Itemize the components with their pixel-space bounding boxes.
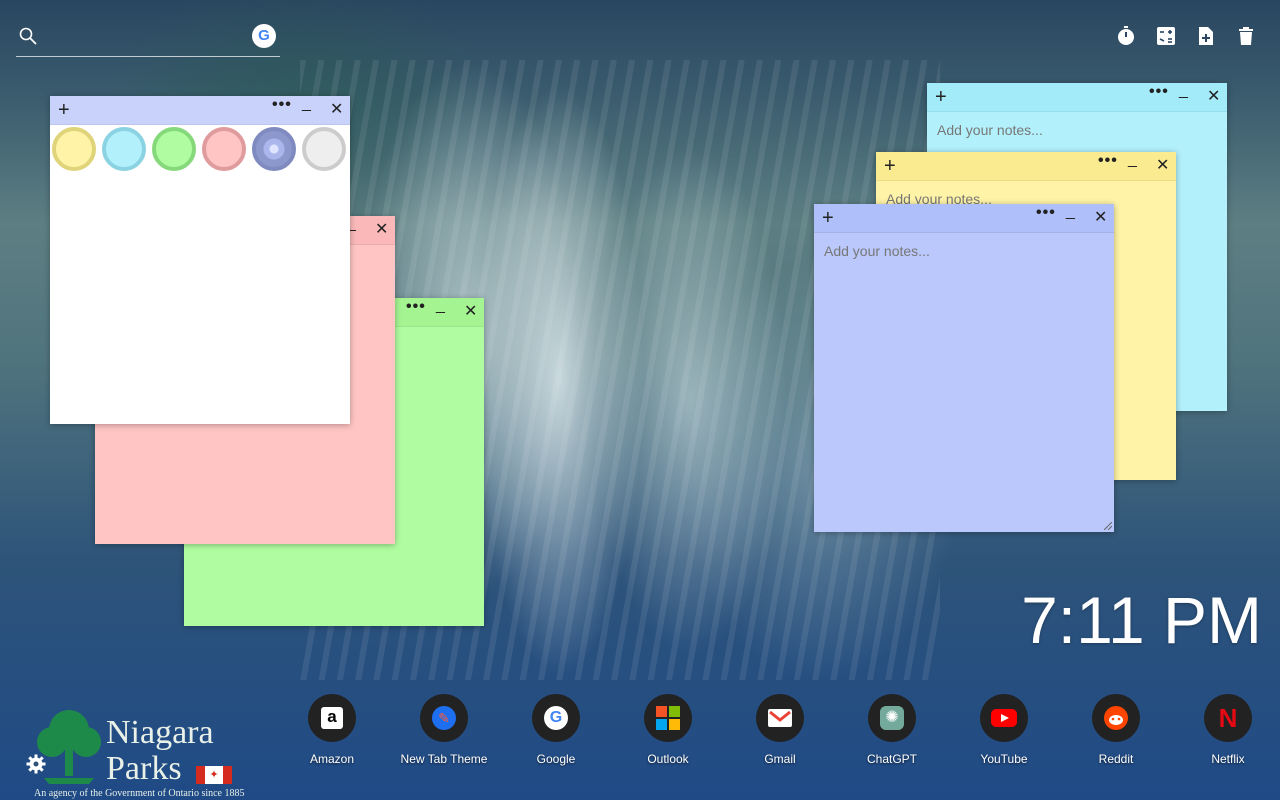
more-options-icon[interactable]: ••• [406,298,426,316]
search-icon [19,27,37,45]
reddit-icon [1092,694,1140,742]
color-swatch-light-gray[interactable] [302,127,346,171]
minimize-icon[interactable]: _ [1179,82,1188,100]
minimize-icon[interactable]: _ [302,95,311,113]
more-options-icon[interactable]: ••• [1098,152,1118,170]
more-options-icon[interactable]: ••• [272,96,292,114]
shortcut-reddit[interactable]: Reddit [1060,694,1172,766]
new-tab-theme-icon: ✎ [420,694,468,742]
clock: 7:11 PM [1021,583,1262,657]
add-note-icon[interactable]: + [822,206,834,230]
logo-tagline: An agency of the Government of Ontario s… [34,788,245,799]
close-icon[interactable]: ✕ [1094,207,1107,227]
sticky-note-lavender[interactable]: + ••• _ ✕ Add your notes... [814,203,1114,532]
shortcut-label: YouTube [980,752,1028,766]
new-note-icon[interactable] [1196,26,1216,46]
note-header: + ••• _ ✕ [50,95,350,125]
sticky-note-white[interactable]: + ••• _ ✕ [50,95,350,424]
amazon-icon: a [308,694,356,742]
shortcut-netflix[interactable]: N Netflix [1172,694,1280,766]
note-text-area[interactable]: Add your notes... [814,233,1114,269]
niagara-parks-logo: Niagara Parks ✦ An agency of the Governm… [34,706,274,800]
color-picker [50,125,350,176]
shortcut-label: New Tab Theme [400,752,488,766]
timer-icon[interactable] [1116,26,1136,46]
close-icon[interactable]: ✕ [330,99,343,119]
search-bar[interactable]: G [16,24,280,57]
google-icon: G [532,694,580,742]
close-icon[interactable]: ✕ [464,301,477,321]
shortcut-label: Google [536,752,576,766]
add-note-icon[interactable]: + [884,154,896,178]
shortcut-new-tab-theme[interactable]: ✎ New Tab Theme [388,694,500,766]
color-swatch-yellow[interactable] [52,127,96,171]
outlook-icon [644,694,692,742]
search-input[interactable] [44,24,248,50]
close-icon[interactable]: ✕ [1156,155,1169,175]
shortcut-label: Outlook [647,752,689,766]
add-note-icon[interactable]: + [935,85,947,109]
color-swatch-pink[interactable] [202,127,246,171]
minimize-icon[interactable]: _ [1128,151,1137,169]
note-header: + ••• _ ✕ [927,82,1227,112]
shortcut-label: Reddit [1098,752,1134,766]
shortcut-gmail[interactable]: Gmail [724,694,836,766]
more-options-icon[interactable]: ••• [1149,83,1169,101]
trash-icon[interactable] [1236,26,1256,46]
calculator-icon[interactable] [1156,26,1176,46]
logo-line2: Parks [106,750,182,787]
note-header: + ••• _ ✕ [814,203,1114,233]
color-swatch-lavender[interactable] [252,127,296,171]
shortcut-label: Gmail [764,752,796,766]
color-swatch-light-blue[interactable] [102,127,146,171]
note-header: + ••• _ ✕ [876,151,1176,181]
youtube-icon [980,694,1028,742]
gmail-icon [756,694,804,742]
netflix-icon: N [1204,694,1252,742]
shortcut-label: Amazon [309,752,355,766]
shortcut-label: ChatGPT [866,752,917,766]
close-icon[interactable]: ✕ [375,219,388,239]
resize-handle-icon[interactable] [1104,522,1112,530]
tree-logo-icon [37,710,101,784]
add-note-icon[interactable]: + [58,98,70,122]
canada-flag-icon: ✦ [196,766,232,784]
logo-line1: Niagara [106,714,214,751]
shortcut-google[interactable]: G Google [500,694,612,766]
shortcut-youtube[interactable]: YouTube [948,694,1060,766]
more-options-icon[interactable]: ••• [1036,204,1056,222]
shortcut-outlook[interactable]: Outlook [612,694,724,766]
settings-gear-icon[interactable] [26,754,46,774]
note-text-area[interactable]: Add your notes... [927,112,1227,148]
shortcuts-bar: a Amazon ✎ New Tab Theme G Google Outloo… [276,694,1280,766]
shortcut-amazon[interactable]: a Amazon [276,694,388,766]
minimize-icon[interactable]: _ [1066,203,1075,221]
top-toolbar [1116,26,1256,46]
shortcut-chatgpt[interactable]: ✺ ChatGPT [836,694,948,766]
close-icon[interactable]: ✕ [1207,86,1220,106]
google-engine-icon[interactable]: G [252,24,276,48]
shortcut-label: Netflix [1211,752,1245,766]
chatgpt-icon: ✺ [868,694,916,742]
color-swatch-green[interactable] [152,127,196,171]
minimize-icon[interactable]: _ [436,297,445,315]
